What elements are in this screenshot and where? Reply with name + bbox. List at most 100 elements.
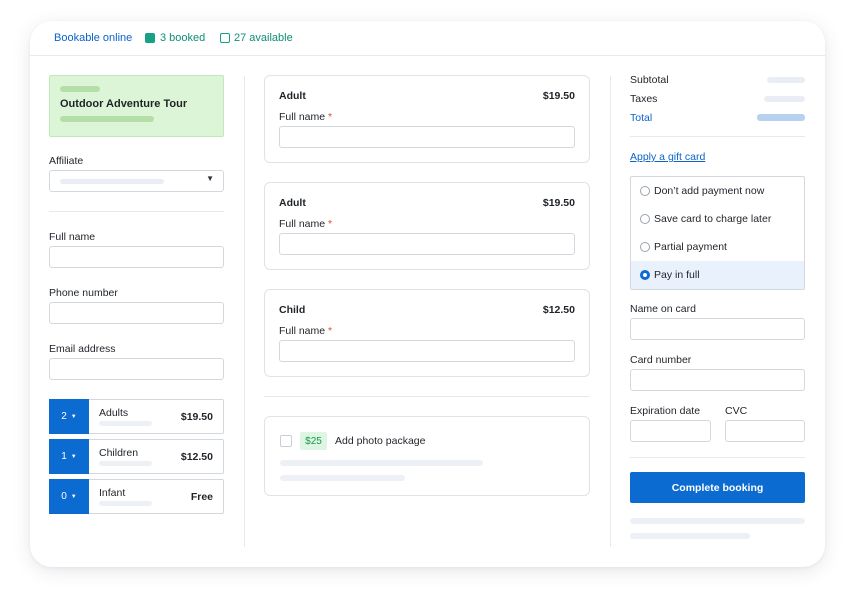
addon-placeholder-line — [280, 475, 405, 481]
radio-button-selected[interactable] — [640, 270, 650, 280]
participant-name-label: Full name * — [279, 111, 332, 123]
affiliate-label: Affiliate — [49, 155, 84, 167]
column-divider — [244, 76, 245, 547]
chevron-down-icon: ▼ — [70, 493, 77, 500]
required-asterisk: * — [328, 111, 333, 123]
quantity-stepper[interactable]: 2 ▼ — [49, 399, 89, 434]
addon-placeholder-line — [280, 460, 483, 466]
caret-down-icon: ▼ — [206, 174, 214, 183]
ticket-price: $12.50 — [180, 451, 213, 463]
ticket-name: Infant — [99, 487, 126, 499]
footer-placeholder-line — [630, 518, 805, 524]
apply-gift-card-link[interactable]: Apply a gift card — [630, 151, 705, 163]
expiration-input[interactable] — [630, 420, 711, 442]
ticket-price: Free — [190, 491, 213, 503]
participant-type: Adult — [279, 197, 306, 209]
participant-name-input[interactable] — [279, 233, 575, 255]
participant-type: Child — [279, 304, 306, 316]
payment-option-label: Don’t add payment now — [654, 185, 765, 197]
ticket-price: $19.50 — [180, 411, 213, 423]
card-number-input[interactable] — [630, 369, 805, 391]
radio-button[interactable] — [640, 242, 650, 252]
photo-package-card: $25 Add photo package — [264, 416, 590, 496]
cvc-input[interactable] — [725, 420, 805, 442]
participant-name-label: Full name * — [279, 218, 332, 230]
participant-type: Adult — [279, 90, 306, 102]
field-label-text: Full name — [279, 111, 326, 123]
quantity-value: 2 — [61, 411, 67, 422]
ticket-placeholder-line — [99, 461, 152, 466]
available-square-icon — [220, 33, 230, 43]
payment-option[interactable]: Partial payment — [631, 233, 804, 261]
subtotal-value-placeholder — [767, 77, 805, 83]
radio-button[interactable] — [640, 186, 650, 196]
card-number-label: Card number — [630, 354, 692, 366]
field-label-text: Full name — [279, 325, 326, 337]
photo-package-label: Add photo package — [335, 435, 426, 447]
payment-option[interactable]: Save card to charge later — [631, 205, 804, 233]
section-divider — [630, 136, 805, 137]
expiration-label: Expiration date — [630, 405, 701, 417]
total-label: Total — [630, 112, 653, 124]
required-asterisk: * — [328, 218, 333, 230]
payment-options: Don’t add payment now Save card to charg… — [630, 176, 805, 290]
chevron-down-icon: ▼ — [70, 453, 77, 460]
quantity-row-infant: 0 ▼ Infant Free — [49, 479, 224, 514]
participant-name-label: Full name * — [279, 325, 332, 337]
payment-option-label: Partial payment — [654, 241, 727, 253]
field-label-text: Full name — [279, 218, 326, 230]
participant-name-input[interactable] — [279, 126, 575, 148]
subtotal-label: Subtotal — [630, 74, 669, 86]
cvc-label: CVC — [725, 405, 748, 417]
section-divider — [49, 211, 224, 212]
phone-input[interactable] — [49, 302, 224, 324]
quantity-row-adults: 2 ▼ Adults $19.50 — [49, 399, 224, 434]
column-divider — [610, 76, 611, 547]
total-value-placeholder — [757, 114, 805, 121]
name-on-card-input[interactable] — [630, 318, 805, 340]
ticket-name: Adults — [99, 407, 129, 419]
name-on-card-label: Name on card — [630, 303, 696, 315]
participant-price: $19.50 — [542, 197, 575, 209]
section-divider — [630, 457, 805, 458]
availability-bar: Bookable online 3 booked 27 available — [30, 21, 825, 56]
email-label: Email address — [49, 343, 116, 355]
tour-title: Outdoor Adventure Tour — [60, 98, 188, 110]
available-count: 27 available — [234, 32, 293, 44]
participant-card: Adult $19.50 Full name * — [264, 75, 590, 163]
taxes-value-placeholder — [764, 96, 805, 102]
payment-option-label: Save card to charge later — [654, 213, 772, 225]
booked-square-icon — [145, 33, 155, 43]
photo-package-checkbox[interactable] — [280, 435, 292, 447]
bookable-online-link[interactable]: Bookable online — [54, 32, 132, 44]
phone-label: Phone number — [49, 287, 118, 299]
participant-price: $12.50 — [542, 304, 575, 316]
select-placeholder — [60, 179, 164, 184]
complete-booking-button[interactable]: Complete booking — [630, 472, 805, 503]
booking-panel: Bookable online 3 booked 27 available Ou… — [30, 21, 825, 567]
required-asterisk: * — [328, 325, 333, 337]
email-input[interactable] — [49, 358, 224, 380]
affiliate-select[interactable]: ▼ — [49, 170, 224, 192]
quantity-value: 0 — [61, 491, 67, 502]
payment-option[interactable]: Don’t add payment now — [631, 177, 804, 205]
radio-button[interactable] — [640, 214, 650, 224]
full-name-input[interactable] — [49, 246, 224, 268]
quantity-stepper[interactable]: 1 ▼ — [49, 439, 89, 474]
taxes-label: Taxes — [630, 93, 658, 105]
ticket-placeholder-line — [99, 421, 152, 426]
chevron-down-icon: ▼ — [70, 413, 77, 420]
quantity-value: 1 — [61, 451, 67, 462]
quantity-row-children: 1 ▼ Children $12.50 — [49, 439, 224, 474]
quantity-stepper[interactable]: 0 ▼ — [49, 479, 89, 514]
payment-option-selected[interactable]: Pay in full — [631, 261, 804, 289]
footer-placeholder-line — [630, 533, 750, 539]
participant-name-input[interactable] — [279, 340, 575, 362]
tour-placeholder-line — [60, 116, 154, 122]
participant-card: Adult $19.50 Full name * — [264, 182, 590, 270]
payment-option-label: Pay in full — [654, 269, 700, 281]
ticket-name: Children — [99, 447, 139, 459]
ticket-placeholder-line — [99, 501, 152, 506]
price-badge: $25 — [300, 432, 327, 450]
tour-card: Outdoor Adventure Tour — [49, 75, 224, 137]
